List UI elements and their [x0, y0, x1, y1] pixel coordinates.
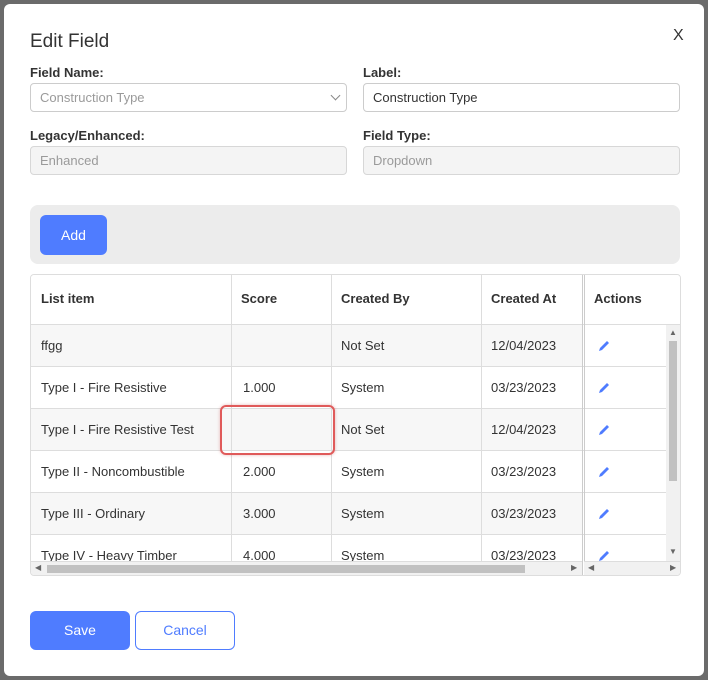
cell-created-at: 03/23/2023: [491, 380, 557, 395]
dialog-title: Edit Field: [30, 31, 110, 52]
pencil-icon[interactable]: [597, 507, 611, 521]
cell-list-item: Type I - Fire Resistive: [41, 380, 167, 395]
label-value: Construction Type: [373, 90, 478, 105]
legacy-enhanced-label: Legacy/Enhanced:: [30, 128, 145, 143]
cell-created-by: Not Set: [341, 338, 385, 353]
legacy-enhanced-field: Enhanced: [30, 146, 347, 175]
cell-created-by: System: [341, 548, 385, 561]
cell-created-at: 03/23/2023: [491, 548, 557, 561]
scroll-left-icon[interactable]: ◀: [35, 563, 41, 572]
label-input[interactable]: Construction Type: [363, 83, 680, 112]
pencil-icon[interactable]: [597, 381, 611, 395]
cell-created-at: 12/04/2023: [491, 422, 557, 437]
chevron-down-icon: [330, 90, 341, 101]
field-name-label: Field Name:: [30, 65, 104, 80]
vertical-scroll-thumb[interactable]: [669, 341, 677, 481]
scroll-up-icon[interactable]: ▲: [669, 328, 677, 337]
cancel-button[interactable]: Cancel: [135, 611, 235, 650]
cell-created-by: System: [341, 464, 385, 479]
close-button[interactable]: X: [673, 26, 684, 46]
field-type-value: Dropdown: [373, 153, 433, 168]
field-name-value: Construction Type: [40, 90, 145, 105]
cell-score[interactable]: 4.000: [231, 535, 331, 561]
scroll-right-icon[interactable]: ▶: [670, 563, 676, 572]
header-actions: Actions: [594, 291, 642, 306]
add-toolbar: Add: [30, 205, 680, 264]
cell-score[interactable]: 2.000: [231, 451, 331, 492]
scroll-down-icon[interactable]: ▼: [669, 547, 677, 556]
cell-list-item: Type I - Fire Resistive Test: [41, 422, 194, 437]
legacy-enhanced-value: Enhanced: [40, 153, 99, 168]
vertical-scrollbar[interactable]: ▲ ▼: [666, 325, 680, 561]
list-items-table: List item Score Created By Created At Ac…: [30, 274, 681, 576]
horizontal-scroll-thumb[interactable]: [47, 565, 525, 573]
pencil-icon[interactable]: [597, 423, 611, 437]
field-name-select[interactable]: Construction Type: [30, 83, 347, 112]
horizontal-scrollbar[interactable]: ◀ ▶: [31, 561, 582, 575]
pencil-icon[interactable]: [597, 339, 611, 353]
cell-score[interactable]: 3.000: [231, 493, 331, 534]
cell-list-item: ffgg: [41, 338, 63, 353]
label-label: Label:: [363, 65, 402, 80]
add-button[interactable]: Add: [40, 215, 107, 255]
header-created-at[interactable]: Created At: [481, 275, 582, 323]
cell-score[interactable]: 1.000: [231, 367, 331, 408]
save-button[interactable]: Save: [30, 611, 130, 650]
scroll-right-icon[interactable]: ▶: [571, 563, 577, 572]
cell-created-at: 03/23/2023: [491, 464, 557, 479]
cell-created-by: System: [341, 380, 385, 395]
field-type-field: Dropdown: [363, 146, 680, 175]
scroll-left-icon[interactable]: ◀: [588, 563, 594, 572]
divider: [582, 275, 583, 575]
edit-field-dialog: Edit Field X Field Name: Construction Ty…: [4, 4, 704, 676]
pencil-icon[interactable]: [597, 465, 611, 479]
field-type-label: Field Type:: [363, 128, 431, 143]
cell-list-item: Type III - Ordinary: [41, 506, 146, 521]
header-list-item[interactable]: List item: [31, 275, 231, 323]
cell-list-item: Type II - Noncombustible: [41, 464, 185, 479]
cell-created-by: Not Set: [341, 422, 385, 437]
cell-created-at: 03/23/2023: [491, 506, 557, 521]
highlight-empty-score: [220, 405, 335, 455]
cell-created-at: 12/04/2023: [491, 338, 557, 353]
cell-list-item: Type IV - Heavy Timber: [41, 548, 177, 561]
actions-horizontal-scrollbar[interactable]: ◀ ▶: [584, 561, 680, 575]
cell-created-by: System: [341, 506, 385, 521]
header-created-by[interactable]: Created By: [331, 275, 481, 323]
header-score[interactable]: Score: [231, 275, 331, 323]
